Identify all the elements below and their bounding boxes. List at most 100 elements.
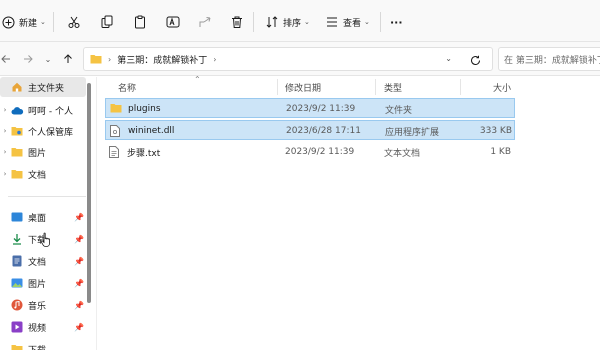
quick-access-desktop[interactable]: 桌面 📌 bbox=[0, 207, 86, 227]
chevron-down-icon: ⌄ bbox=[364, 18, 370, 26]
file-name: wininet.dll bbox=[128, 126, 175, 136]
sidebar-item-label: 桌面 bbox=[28, 213, 47, 224]
column-header-name[interactable]: 名称 bbox=[118, 77, 136, 97]
chevron-right-icon[interactable]: › bbox=[0, 170, 10, 178]
refresh-icon bbox=[470, 55, 480, 65]
column-header-modified[interactable]: 修改日期 bbox=[285, 77, 321, 97]
search-input[interactable]: 在 第三期：成就解锁补丁 中搜索 bbox=[498, 47, 600, 71]
new-label: 新建 bbox=[19, 18, 38, 29]
text-file-icon bbox=[109, 146, 121, 158]
file-row-wininet[interactable]: wininet.dll 2023/6/28 17:11 应用程序扩展 333 K… bbox=[105, 120, 515, 140]
column-divider[interactable] bbox=[375, 79, 376, 95]
hand-cursor-icon bbox=[40, 232, 51, 247]
sidebar-item-label: 图片 bbox=[28, 148, 47, 159]
arrow-left-icon bbox=[1, 55, 10, 63]
chevron-down-icon: ⌄ bbox=[44, 54, 52, 64]
rename-button[interactable] bbox=[166, 10, 180, 34]
forward-button[interactable] bbox=[20, 51, 36, 67]
sidebar-item-label: 主文件夹 bbox=[28, 83, 65, 94]
column-divider[interactable] bbox=[277, 79, 278, 95]
quick-access-downloads-2[interactable]: 下载 bbox=[0, 339, 86, 350]
sidebar-item-gallery[interactable]: › 个人保管库 bbox=[0, 121, 86, 141]
trash-icon bbox=[232, 16, 242, 28]
sidebar-item-label: 音乐 bbox=[28, 301, 47, 312]
breadcrumb-folder[interactable]: 第三期：成就解锁补丁 bbox=[117, 53, 207, 66]
pin-icon[interactable]: 📌 bbox=[74, 279, 84, 288]
file-row-steps-txt[interactable]: 步骤.txt 2023/9/2 11:39 文本文档 1 KB bbox=[105, 142, 515, 162]
share-icon bbox=[199, 17, 211, 27]
desktop-icon bbox=[10, 210, 24, 224]
navigation-pane: 主文件夹 › 呵呵 - 个人 › 个人保管库 › 图片 › 文档 桌面 📌 下载… bbox=[0, 77, 97, 350]
file-type: 文件夹 bbox=[385, 105, 413, 116]
sidebar-item-label: 下载 bbox=[28, 343, 46, 350]
quick-access-videos[interactable]: 视频 📌 bbox=[0, 317, 86, 337]
clipboard-icon bbox=[135, 15, 145, 29]
document-icon bbox=[10, 254, 24, 268]
file-modified: 2023/9/2 11:39 bbox=[285, 147, 355, 157]
file-size: 1 KB bbox=[490, 147, 511, 157]
delete-button[interactable] bbox=[230, 10, 244, 34]
pin-icon[interactable]: 📌 bbox=[74, 257, 84, 266]
address-history-chevron-icon[interactable]: ⌄ bbox=[445, 54, 452, 63]
picture-icon bbox=[10, 276, 24, 290]
view-icon bbox=[327, 17, 337, 27]
sidebar-item-documents[interactable]: › 文档 bbox=[0, 164, 86, 184]
sidebar-scrollbar[interactable] bbox=[87, 83, 91, 303]
sidebar-item-home[interactable]: 主文件夹 bbox=[0, 77, 86, 97]
share-button[interactable] bbox=[198, 10, 212, 34]
up-button[interactable] bbox=[60, 51, 76, 67]
view-button[interactable]: 查看 ⌄ bbox=[325, 10, 370, 34]
quick-access-pictures[interactable]: 图片 📌 bbox=[0, 273, 86, 293]
cut-button[interactable] bbox=[67, 10, 81, 34]
folder-icon bbox=[110, 103, 122, 115]
paste-button[interactable] bbox=[133, 10, 147, 34]
chevron-right-icon[interactable]: › bbox=[0, 148, 10, 156]
dll-file-icon bbox=[110, 125, 122, 137]
folder-icon bbox=[10, 167, 24, 181]
pin-icon[interactable]: 📌 bbox=[74, 235, 84, 244]
folder-icon bbox=[10, 145, 24, 159]
column-header-type[interactable]: 类型 bbox=[384, 77, 402, 97]
folder-icon bbox=[90, 55, 102, 64]
sidebar-item-label: 文档 bbox=[28, 257, 47, 268]
file-list: ⌃ 名称 修改日期 类型 大小 plugins 2023/9/2 11:39 文… bbox=[97, 75, 600, 350]
quick-access-music[interactable]: 音乐 📌 bbox=[0, 295, 86, 315]
view-label: 查看 bbox=[343, 18, 362, 29]
pin-icon[interactable]: 📌 bbox=[74, 301, 84, 310]
file-row-plugins[interactable]: plugins 2023/9/2 11:39 文件夹 bbox=[105, 98, 515, 118]
copy-button[interactable] bbox=[100, 10, 114, 34]
download-icon bbox=[10, 232, 24, 246]
file-modified: 2023/9/2 11:39 bbox=[286, 104, 356, 114]
sidebar-item-label: 个人保管库 bbox=[28, 127, 74, 138]
cloud-icon bbox=[10, 103, 24, 117]
address-bar[interactable]: › 第三期：成就解锁补丁 › ⌄ bbox=[83, 47, 493, 71]
pin-icon[interactable]: 📌 bbox=[74, 213, 84, 222]
pin-icon[interactable]: 📌 bbox=[74, 323, 84, 332]
sidebar-item-label: 图片 bbox=[28, 279, 47, 290]
column-header-size[interactable]: 大小 bbox=[493, 77, 511, 97]
chevron-right-icon[interactable]: › bbox=[0, 127, 10, 135]
column-divider[interactable] bbox=[460, 79, 461, 95]
folder-icon bbox=[10, 124, 24, 138]
sort-icon bbox=[266, 16, 278, 28]
recent-button[interactable]: ⌄ bbox=[40, 51, 56, 67]
quick-access-documents[interactable]: 文档 📌 bbox=[0, 251, 86, 271]
sidebar-item-onedrive[interactable]: › 呵呵 - 个人 bbox=[0, 100, 86, 120]
file-type: 应用程序扩展 bbox=[385, 127, 440, 138]
new-button[interactable]: 新建 ⌄ bbox=[2, 10, 46, 34]
toolbar-divider bbox=[253, 12, 254, 32]
chevron-down-icon: ⌄ bbox=[40, 18, 46, 26]
more-options-button[interactable]: ··· bbox=[390, 10, 403, 34]
folder-icon bbox=[10, 342, 24, 350]
arrow-right-icon bbox=[24, 55, 33, 63]
command-bar: 新建 ⌄ 排序 ⌄ 查看 ⌄ ··· bbox=[0, 0, 600, 42]
sort-button[interactable]: 排序 ⌄ bbox=[265, 10, 310, 34]
sidebar-item-pictures[interactable]: › 图片 bbox=[0, 142, 86, 162]
file-modified: 2023/6/28 17:11 bbox=[286, 126, 361, 136]
sidebar-divider bbox=[8, 196, 86, 197]
refresh-button[interactable] bbox=[466, 51, 484, 69]
file-name: 步骤.txt bbox=[127, 148, 161, 159]
file-type: 文本文档 bbox=[384, 148, 421, 159]
chevron-right-icon[interactable]: › bbox=[0, 106, 10, 114]
back-button[interactable] bbox=[0, 51, 14, 67]
